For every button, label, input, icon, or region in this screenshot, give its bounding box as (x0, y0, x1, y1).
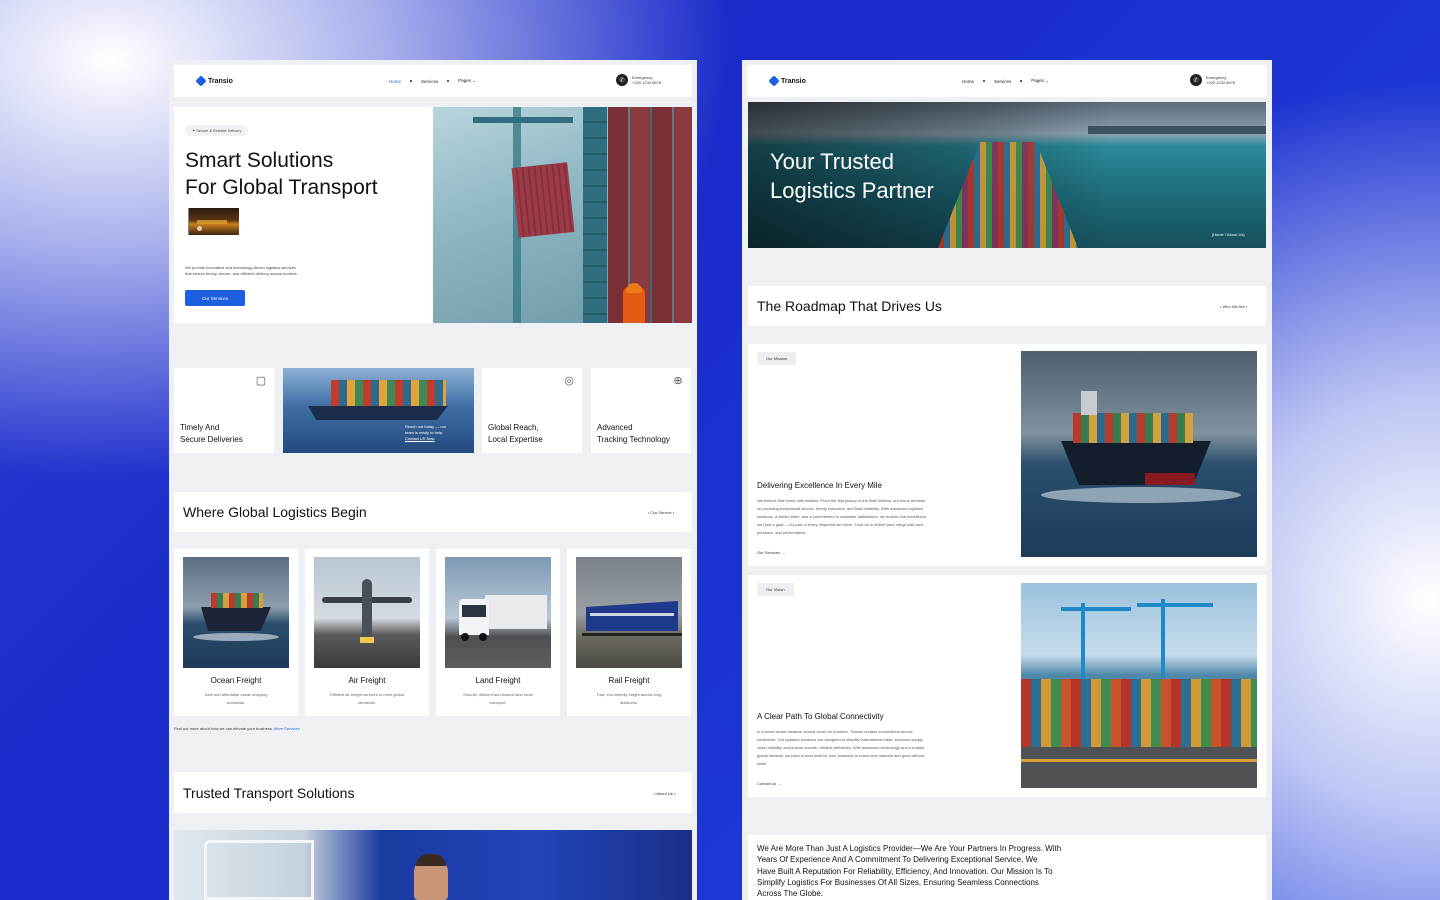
vision-text: In a world where distance should never b… (757, 729, 925, 766)
globe-icon: ◎ (564, 375, 574, 387)
about-hero-title: Your Trusted Logistics Partner (770, 149, 934, 203)
who-we-are-link[interactable]: • Who We Are • (1220, 304, 1247, 309)
about-page-preview: Transio Home Services Pages ⌄ ✆ Emergenc… (742, 60, 1272, 900)
ocean-freight-image (183, 557, 289, 668)
emergency-contact[interactable]: ✆ Emergency +220 1234 5678 (616, 74, 661, 86)
mission-title: Delivering Excellence In Every Mile (757, 481, 882, 490)
logo[interactable]: Transio (768, 75, 806, 87)
land-freight-image (445, 557, 551, 668)
vision-card: Our Vision A Clear Path To Global Connec… (748, 575, 1266, 797)
section-title: Trusted Transport Solutions (183, 785, 355, 801)
vision-title: A Clear Path To Global Connectivity (757, 712, 884, 721)
nav-services[interactable]: Services (421, 79, 438, 84)
tracking-icon: ⊕ (673, 375, 683, 387)
contact-banner-image: Reach out today — our team is ready to h… (283, 368, 474, 453)
nav-services[interactable]: Services (994, 79, 1011, 84)
contact-us-link[interactable]: Contact us → (757, 781, 781, 786)
package-icon: ▢ (255, 375, 267, 387)
main-menu: Home Services Pages ⌄ (962, 78, 1049, 84)
hero-card: ✦ Secure & Reliable Delivery Smart Solut… (174, 107, 433, 323)
homepage-preview: Transio Home Services Pages ⌄ ✆ Emergenc… (169, 60, 697, 900)
chevron-down-icon: ⌄ (1045, 78, 1050, 83)
hero-description: We provide innovative and technology-dri… (185, 265, 298, 276)
logo-icon (195, 75, 207, 87)
vision-image (1021, 583, 1257, 788)
about-us-link[interactable]: • About Us • (654, 791, 675, 796)
phone-icon: ✆ (1190, 74, 1202, 86)
about-hero-banner: Your Trusted Logistics Partner [Home / A… (748, 102, 1266, 248)
top-nav: Transio Home Services Pages ⌄ ✆ Emergenc… (747, 65, 1267, 97)
feature-card: ◎ Global Reach, Local Expertise (482, 368, 582, 453)
emergency-contact[interactable]: ✆ Emergency +220 1234 5678 (1190, 74, 1235, 86)
nav-home[interactable]: Home (962, 79, 974, 84)
driver-image (174, 830, 692, 900)
our-services-link[interactable]: Our Services → (757, 550, 785, 555)
mission-image (1021, 351, 1257, 557)
breadcrumb[interactable]: [Home / About Us] (1212, 232, 1244, 238)
more-services-line: Find out more about how we can elevate y… (174, 726, 300, 731)
more-services-link[interactable]: More Services (274, 726, 300, 731)
nav-pages[interactable]: Pages ⌄ (1031, 78, 1049, 84)
top-nav: Transio Home Services Pages ⌄ ✆ Emergenc… (174, 65, 692, 97)
about-text-card: We Are More Than Just A Logistics Provid… (748, 835, 1266, 900)
mission-card: Our Mission Delivering Excellence In Eve… (748, 344, 1266, 566)
logo-icon (768, 75, 780, 87)
feature-card: ▢ Timely And Secure Deliveries (174, 368, 274, 453)
hero-title: Smart Solutions For Global Transport (185, 149, 378, 199)
section-header: Trusted Transport Solutions • About Us • (174, 772, 692, 813)
section-header: The Roadmap That Drives Us • Who We Are … (748, 286, 1266, 326)
nav-pages[interactable]: Pages ⌄ (458, 78, 476, 84)
rail-freight-image (576, 557, 682, 668)
main-menu: Home Services Pages ⌄ (389, 78, 476, 84)
mission-tag: Our Mission (757, 352, 797, 365)
service-card-land[interactable]: Land Freight Smooth, efficient and trust… (436, 549, 560, 716)
section-title: The Roadmap That Drives Us (757, 298, 942, 314)
service-card-air[interactable]: Air Freight Efficient air freight servic… (305, 549, 429, 716)
phone-icon: ✆ (616, 74, 628, 86)
air-freight-image (314, 557, 420, 668)
contact-us-link[interactable]: Contact US Now (405, 436, 446, 442)
hero-image (433, 107, 692, 323)
about-text: We Are More Than Just A Logistics Provid… (757, 844, 1062, 899)
nav-home[interactable]: Home (389, 79, 401, 84)
hero-pill: ✦ Secure & Reliable Delivery (185, 125, 249, 136)
vision-tag: Our Vision (757, 583, 794, 596)
play-icon[interactable] (197, 226, 202, 231)
section-title: Where Global Logistics Begin (183, 504, 367, 520)
hero-thumbnail (188, 208, 239, 235)
chevron-down-icon: ⌄ (472, 78, 477, 83)
feature-card: ⊕ Advanced Tracking Technology (591, 368, 691, 453)
service-card-rail[interactable]: Rail Freight Fast, eco-friendly freight … (567, 549, 691, 716)
service-card-ocean[interactable]: Ocean Freight Safe and affordable ocean … (174, 549, 298, 716)
our-services-button[interactable]: Our Services (185, 290, 245, 306)
mission-text: We believe that every mile matters. From… (757, 498, 927, 535)
our-service-link[interactable]: • Our Service • (648, 510, 674, 515)
section-header: Where Global Logistics Begin • Our Servi… (174, 492, 692, 532)
logo[interactable]: Transio (195, 75, 233, 87)
